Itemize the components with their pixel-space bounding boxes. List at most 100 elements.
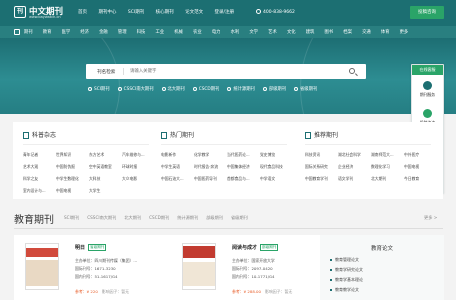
subject-link[interactable]: 体育 bbox=[381, 30, 390, 35]
search-icon[interactable] bbox=[349, 68, 355, 74]
feature-journal-link[interactable]: 世界知识 bbox=[56, 152, 92, 158]
section-tab[interactable]: SCI期刊 bbox=[64, 215, 79, 220]
nav-journal-center[interactable]: 期刊中心 bbox=[98, 10, 116, 15]
feature-journal-link[interactable]: 大科技 bbox=[89, 176, 125, 182]
feature-journal-link[interactable]: 中国石油大... bbox=[161, 176, 197, 182]
feature-journal-link[interactable]: 化学教学 bbox=[194, 152, 230, 158]
subject-link[interactable]: 期刊 bbox=[24, 30, 33, 35]
subject-link[interactable]: 金融 bbox=[99, 30, 108, 35]
nav-home[interactable]: 首页 bbox=[78, 10, 87, 15]
feature-journal-link[interactable]: 中国电视 bbox=[56, 188, 92, 194]
journal-name[interactable]: 阅读与成才 部级期刊 bbox=[232, 244, 279, 251]
feature-journal-link[interactable]: 中学生数理化 bbox=[56, 176, 92, 182]
journal-card[interactable]: 阅读与成才 部级期刊 主办单位：国家开放大学 国际刊号：2097-0420 国内刊… bbox=[171, 235, 316, 300]
feature-journal-link[interactable]: 室内设计与... bbox=[23, 188, 59, 194]
journal-name-text[interactable]: 阅读与成才 bbox=[232, 245, 257, 251]
edu-paper-link[interactable]: 教育学基本理论 bbox=[330, 277, 363, 283]
feature-journal-link[interactable]: 中学语文 bbox=[260, 176, 296, 182]
edu-paper-link[interactable]: 教育学研究论文 bbox=[330, 267, 363, 273]
subject-link[interactable]: 管理 bbox=[118, 30, 127, 35]
feature-journal-link[interactable]: 中学生英语 bbox=[161, 164, 197, 170]
database-link[interactable]: SCI期刊 bbox=[88, 86, 110, 92]
feature-journal-link[interactable]: 中国集体经济 bbox=[227, 164, 263, 170]
feature-journal-link[interactable]: 青年记者 bbox=[23, 152, 59, 158]
feature-journal-link[interactable]: 首都食品与... bbox=[227, 176, 263, 182]
subject-link[interactable]: 农业 bbox=[193, 30, 202, 35]
feature-journal-link[interactable]: 湖北社会科学 bbox=[338, 152, 374, 158]
subject-link[interactable]: 科技 bbox=[137, 30, 146, 35]
journal-name-text[interactable]: 明日 bbox=[75, 245, 85, 251]
section-tab[interactable]: CSSCI南大期刊 bbox=[87, 215, 116, 220]
feature-journal-link[interactable]: 汽车维修与... bbox=[122, 152, 158, 158]
feature-journal-link[interactable]: 语文学刊 bbox=[338, 176, 374, 182]
subject-link[interactable]: 艺术 bbox=[268, 30, 277, 35]
feature-journal-link[interactable]: 中国医药导刊 bbox=[194, 176, 230, 182]
database-link[interactable]: CSSCI南大期刊 bbox=[117, 86, 154, 92]
nav-core[interactable]: 核心期刊 bbox=[156, 10, 174, 15]
feature-journal-link[interactable]: 企业经济 bbox=[338, 164, 374, 170]
section-tab[interactable]: CSCD期刊 bbox=[149, 215, 169, 220]
database-link[interactable]: 统计源期刊 bbox=[227, 86, 255, 92]
feature-journal-link[interactable]: 中国教育学刊 bbox=[305, 176, 341, 182]
section-tab[interactable]: 省级期刊 bbox=[231, 215, 248, 220]
section-tab[interactable]: 北大期刊 bbox=[124, 215, 141, 220]
nav-papers[interactable]: 论文范文 bbox=[185, 10, 203, 15]
journal-name[interactable]: 明日 省级期刊 bbox=[75, 244, 107, 251]
subject-link[interactable]: 更多 bbox=[400, 30, 409, 35]
subject-link[interactable]: 工业 bbox=[155, 30, 164, 35]
nav-login[interactable]: 登录/注册 bbox=[215, 10, 235, 15]
feature-journal-link[interactable]: 党史博览 bbox=[260, 152, 296, 158]
edu-paper-link[interactable]: 教育管理论文 bbox=[330, 257, 359, 263]
site-logo[interactable]: 刊 中文期刊 www.baywatch.cn bbox=[14, 5, 64, 21]
feature-journal-link[interactable]: 北大期刊 bbox=[371, 176, 407, 182]
feature-journal-link[interactable]: 科技资讯 bbox=[305, 152, 341, 158]
feature-journal-link[interactable]: 科学之友 bbox=[23, 176, 59, 182]
feature-journal-link[interactable]: 湖南师范大... bbox=[371, 152, 407, 158]
section-tab[interactable]: 部级期刊 bbox=[206, 215, 223, 220]
subject-link[interactable]: 电力 bbox=[212, 30, 221, 35]
nav-sci[interactable]: SCI期刊 bbox=[128, 10, 144, 15]
contribute-button[interactable]: 投稿咨询 bbox=[410, 6, 444, 19]
feature-journal-link[interactable]: 艺术大观 bbox=[23, 164, 59, 170]
database-link[interactable]: 北大期刊 bbox=[161, 86, 185, 92]
feature-journal-link[interactable]: 中外医疗 bbox=[404, 152, 440, 158]
side-journal-service[interactable]: 期刊服务 bbox=[412, 79, 443, 101]
journal-card[interactable]: 明日 省级期刊 主办单位：四川期刊传媒（集团）... 国际刊号：1671-3230… bbox=[14, 235, 159, 300]
feature-journal-link[interactable]: 中国电视 bbox=[404, 164, 440, 170]
journal-cover[interactable] bbox=[25, 243, 59, 290]
journal-cover[interactable] bbox=[182, 243, 216, 290]
online-service-header[interactable]: 在线客服 bbox=[412, 65, 443, 75]
feature-journal-link[interactable]: 大众电影 bbox=[122, 176, 158, 182]
database-link[interactable]: 省级期刊 bbox=[294, 86, 317, 92]
subject-link[interactable]: 医学 bbox=[62, 30, 71, 35]
feature-journal-link[interactable]: 空中英语教室 bbox=[89, 164, 125, 170]
search-input[interactable] bbox=[130, 67, 330, 76]
feature-journal-link[interactable]: 中国防伪报 bbox=[56, 164, 92, 170]
database-link[interactable]: 部级期刊 bbox=[262, 86, 286, 92]
subject-link[interactable]: 文学 bbox=[249, 30, 258, 35]
feature-journal-link[interactable]: 国际关系研究 bbox=[305, 164, 341, 170]
feature-journal-link[interactable]: 电影新作 bbox=[161, 152, 197, 158]
subject-link[interactable]: 水利 bbox=[231, 30, 240, 35]
more-link[interactable]: 更多 > bbox=[424, 215, 437, 221]
feature-journal-link[interactable]: 环球时报 bbox=[122, 164, 158, 170]
feature-journal-link[interactable]: 大学生 bbox=[89, 188, 125, 194]
database-link[interactable]: CSCD期刊 bbox=[192, 86, 219, 92]
subject-link[interactable]: 交通 bbox=[362, 30, 371, 35]
subject-link[interactable]: 档案 bbox=[343, 30, 352, 35]
subject-link[interactable]: 教育 bbox=[43, 30, 52, 35]
subject-link[interactable]: 机械 bbox=[174, 30, 183, 35]
edu-paper-link[interactable]: 教育教学论文 bbox=[330, 287, 359, 293]
feature-journal-link[interactable]: 东方艺术 bbox=[89, 152, 125, 158]
feature-journal-link[interactable]: 今日教育 bbox=[404, 176, 440, 182]
subject-link[interactable]: 图书 bbox=[325, 30, 334, 35]
search-category-select[interactable]: 刊名检索 bbox=[97, 69, 115, 75]
feature-journal-link[interactable]: 时代报告·奔流 bbox=[194, 164, 230, 170]
feature-journal-link[interactable]: 现代食品科技 bbox=[260, 164, 296, 170]
section-tab[interactable]: 统计源期刊 bbox=[177, 215, 198, 220]
feature-journal-link[interactable]: 数理化学习 bbox=[371, 164, 407, 170]
subject-link[interactable]: 文化 bbox=[287, 30, 296, 35]
subject-link[interactable]: 经济 bbox=[80, 30, 89, 35]
feature-journal-link[interactable]: 当代医药论... bbox=[227, 152, 263, 158]
subject-link[interactable]: 建筑 bbox=[306, 30, 315, 35]
